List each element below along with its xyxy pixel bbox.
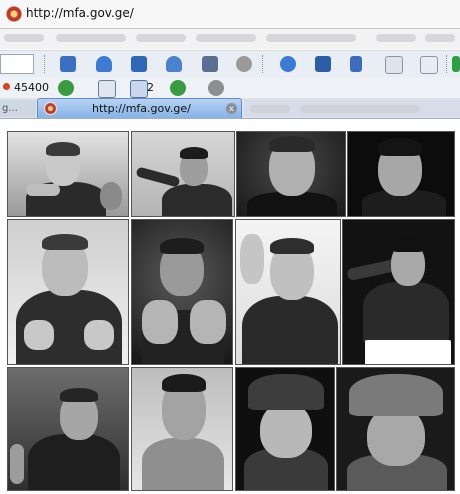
toolbar-separator (446, 55, 447, 73)
photo-12[interactable] (336, 367, 455, 491)
tab-strip: g... http://mfa.gov.ge/ x (0, 98, 460, 119)
photo-2[interactable] (131, 131, 235, 217)
tab-title: http://mfa.gov.ge/ (92, 102, 191, 115)
document-icon[interactable] (385, 56, 403, 74)
music-icon[interactable] (350, 56, 362, 72)
url-text[interactable]: http://mfa.gov.ge/ (26, 6, 134, 20)
close-tab-icon[interactable]: x (226, 103, 237, 114)
photo-1[interactable] (7, 131, 129, 217)
tab-previous[interactable]: g... (0, 100, 36, 117)
toolbar-separator (44, 55, 45, 73)
site-favicon-icon (44, 102, 57, 115)
photo-grid (0, 119, 460, 494)
photo-5[interactable] (7, 219, 129, 365)
toolbar-search-input[interactable] (0, 54, 34, 74)
status-toolbar: 45400 2 (0, 77, 460, 98)
tab-active[interactable]: http://mfa.gov.ge/ x (37, 98, 242, 118)
page-icon[interactable] (98, 80, 116, 98)
book-icon[interactable] (315, 56, 331, 72)
refresh-icon[interactable] (170, 80, 186, 96)
photo-8[interactable] (342, 219, 455, 365)
home-icon[interactable] (131, 56, 147, 72)
counter-dot-icon (3, 83, 10, 90)
photo-9[interactable] (7, 367, 129, 491)
gear-icon[interactable] (208, 80, 224, 96)
user-icon[interactable] (96, 56, 112, 72)
add-icon[interactable] (452, 56, 460, 72)
photo-7[interactable] (235, 219, 341, 365)
window-icon[interactable] (202, 56, 218, 72)
help-icon[interactable] (280, 56, 296, 72)
photo-6[interactable] (131, 219, 233, 365)
site-favicon-icon (6, 6, 22, 22)
refresh-icon[interactable] (58, 80, 74, 96)
photo-10[interactable] (131, 367, 233, 491)
bookmarks-bar (0, 29, 460, 49)
mail-icon[interactable] (130, 80, 148, 98)
mail-icon[interactable] (60, 56, 76, 72)
photo-3[interactable] (236, 131, 346, 217)
tab-next[interactable] (244, 100, 460, 117)
photo-4[interactable] (347, 131, 455, 217)
main-toolbar (0, 50, 460, 78)
toolbar-separator (262, 55, 263, 73)
photo-11[interactable] (235, 367, 335, 491)
settings-icon[interactable] (236, 56, 252, 72)
mail-count: 2 (147, 81, 154, 94)
counter-value: 45400 (14, 81, 49, 94)
folder-icon[interactable] (420, 56, 438, 74)
address-bar[interactable]: http://mfa.gov.ge/ (0, 0, 460, 29)
users-icon[interactable] (166, 56, 182, 72)
